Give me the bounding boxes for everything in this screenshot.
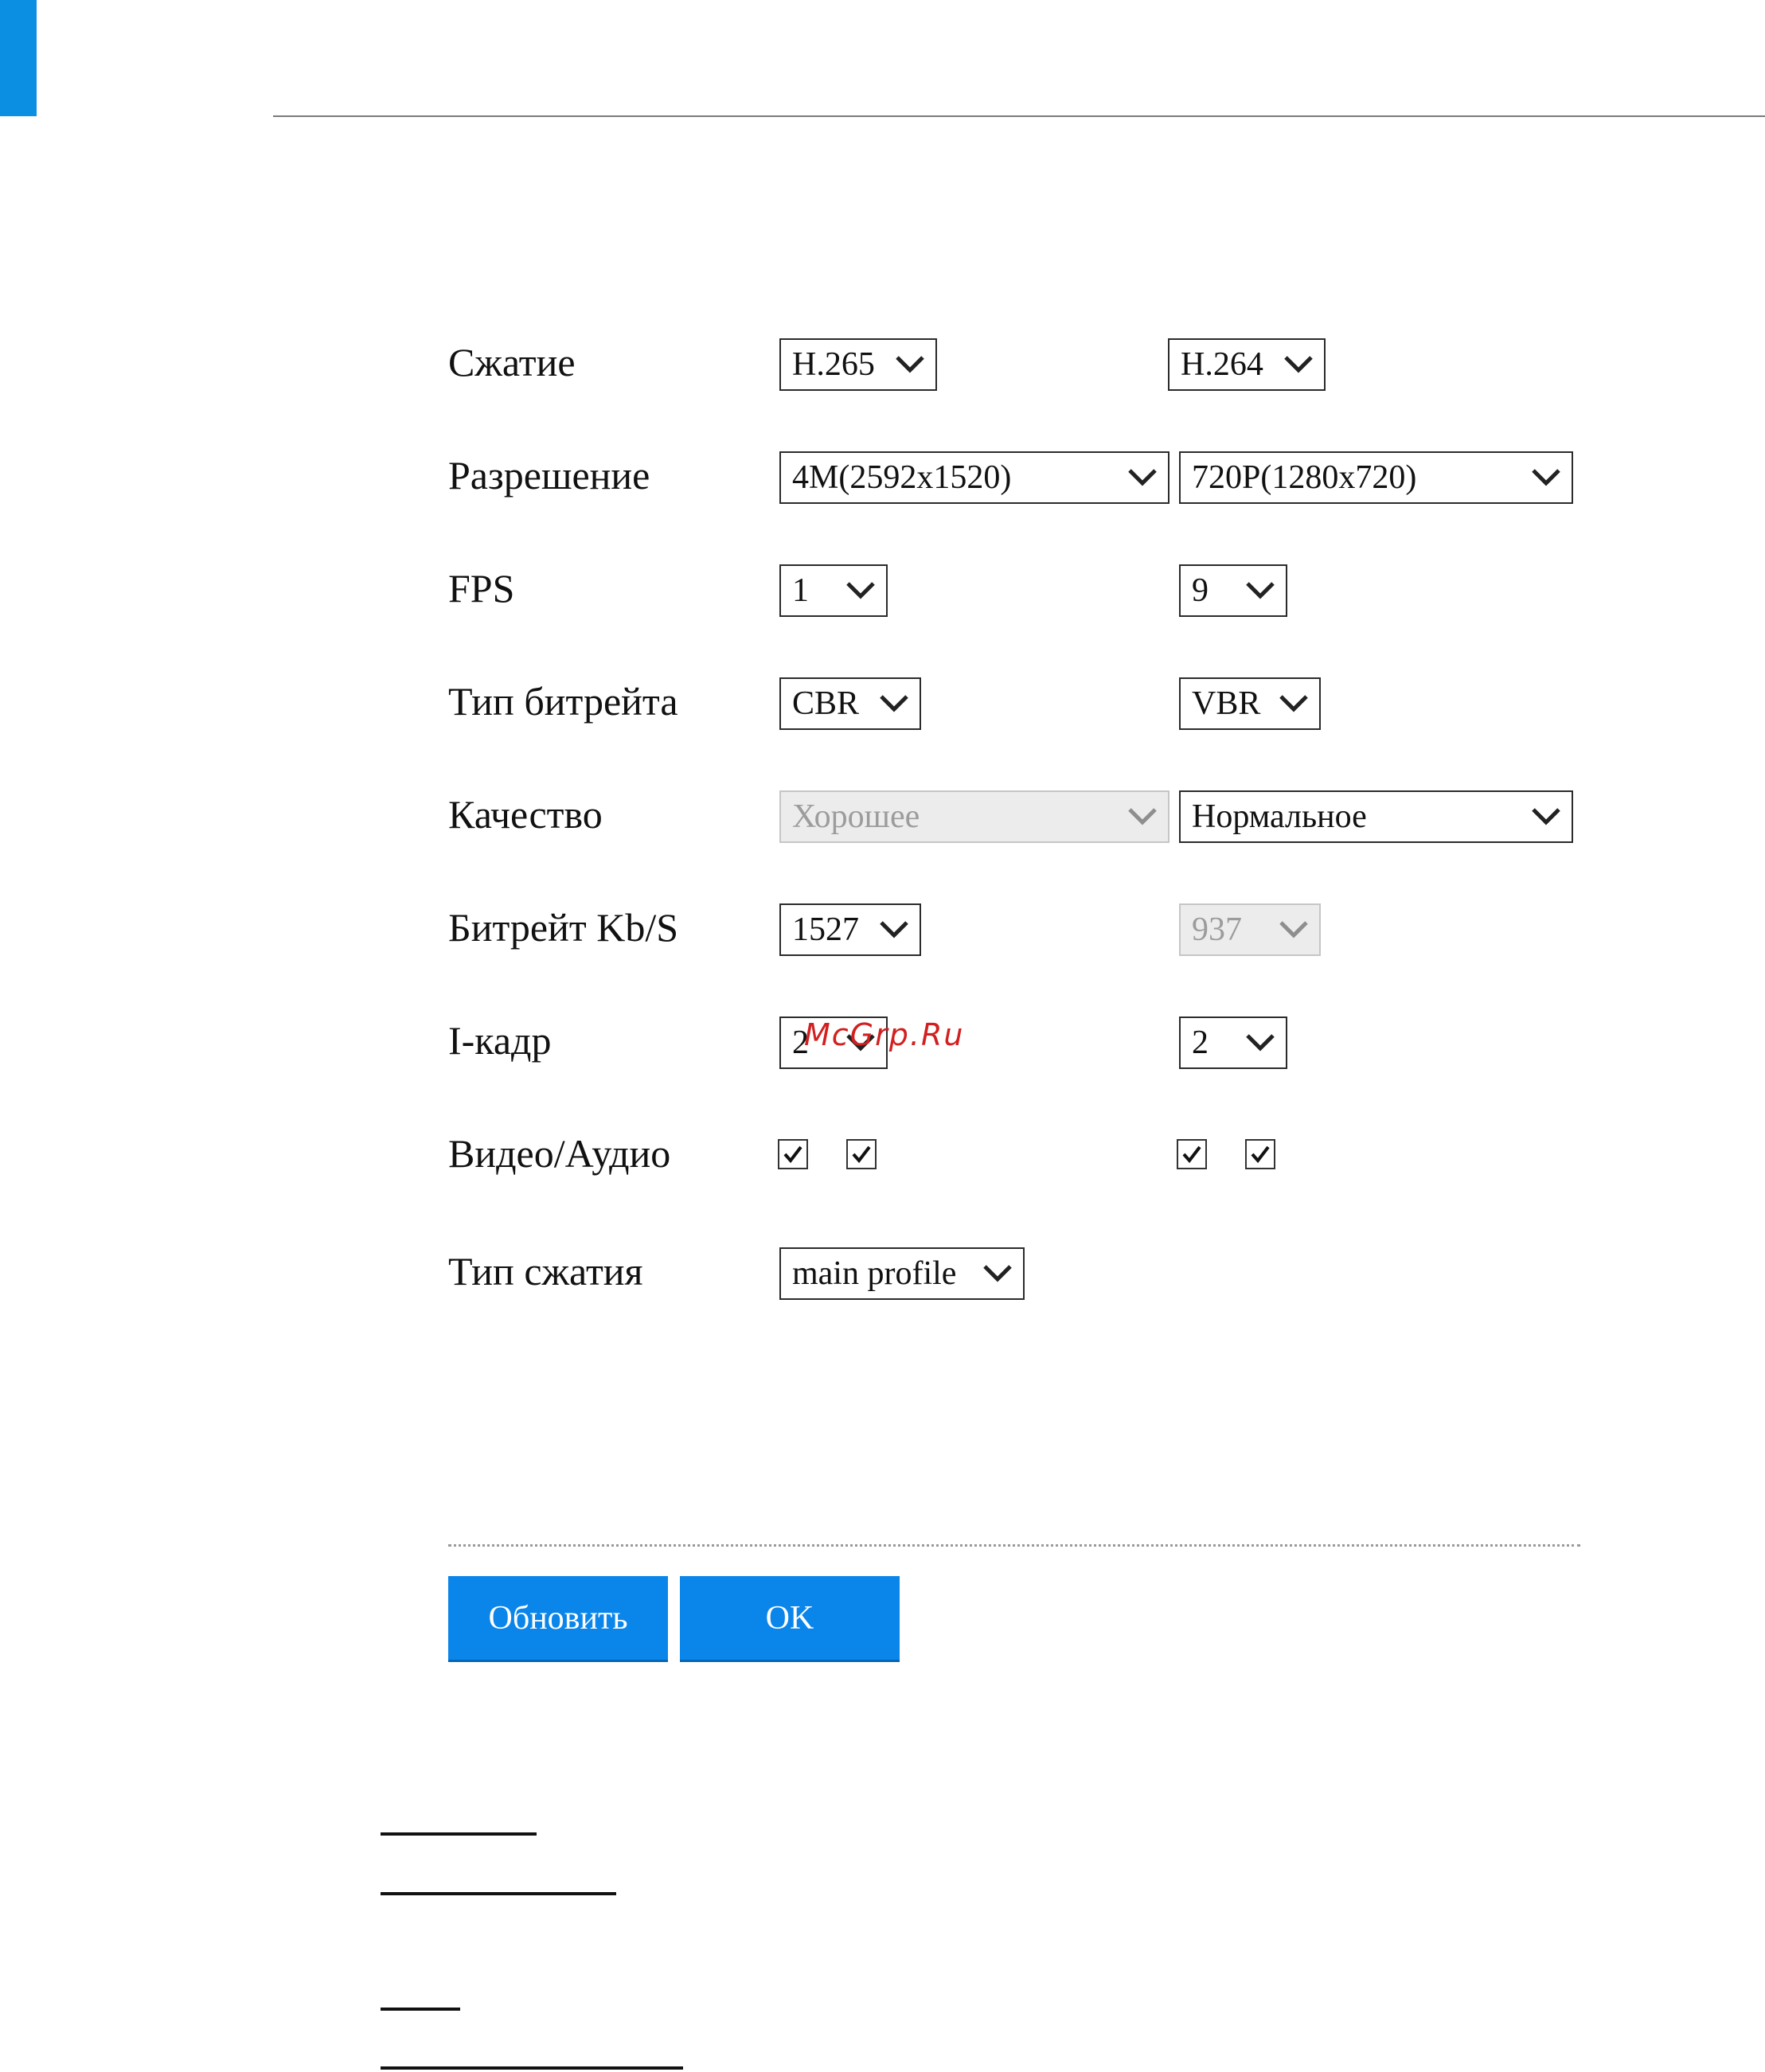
profile-label: Тип сжатия <box>448 1249 643 1294</box>
chevron-down-icon <box>1244 1018 1276 1067</box>
ch2-audio-checkbox[interactable] <box>1245 1139 1275 1169</box>
row-fps: FPS 1 9 <box>448 556 1595 620</box>
compression-ch1-select[interactable]: H.265 <box>779 338 937 391</box>
chevron-down-icon <box>1127 453 1158 502</box>
row-profile: Тип сжатия main profile <box>448 1239 1595 1303</box>
watermark-text: McGrp.Ru <box>804 1017 965 1052</box>
bitrate-ch2-select: 937 <box>1179 903 1321 956</box>
chevron-down-icon <box>1283 340 1314 389</box>
iframe-ch2-select[interactable]: 2 <box>1179 1016 1287 1069</box>
bitrate-type-ch2-select[interactable]: VBR <box>1179 677 1321 730</box>
underline-rule-3 <box>381 2008 460 2011</box>
fps-ch2-select[interactable]: 9 <box>1179 564 1287 617</box>
underline-rule-4 <box>381 2066 683 2070</box>
quality-label: Качество <box>448 792 603 837</box>
checkmark-icon <box>1251 1145 1270 1164</box>
chevron-down-icon <box>982 1249 1013 1298</box>
checkmark-icon <box>783 1145 802 1164</box>
row-iframe: I-кадр 2 2 <box>448 1009 1595 1072</box>
bitrate-label: Битрейт Kb/S <box>448 905 679 950</box>
compression-label: Сжатие <box>448 340 576 384</box>
chevron-down-icon <box>845 566 877 615</box>
refresh-button[interactable]: Обновить <box>448 1576 668 1660</box>
iframe-label: I-кадр <box>448 1018 552 1063</box>
profile-ch1-select[interactable]: main profile <box>779 1247 1025 1300</box>
checkmark-icon <box>1182 1145 1201 1164</box>
video-audio-label: Видео/Аудио <box>448 1131 671 1176</box>
row-video-audio: Видео/Аудио <box>448 1122 1595 1185</box>
chevron-down-icon <box>1278 679 1310 728</box>
bitrate-ch1-select[interactable]: 1527 <box>779 903 921 956</box>
chevron-down-icon <box>878 679 910 728</box>
row-bitrate: Битрейт Kb/S 1527 937 <box>448 896 1595 959</box>
resolution-label: Разрешение <box>448 453 650 498</box>
bitrate-type-ch1-select[interactable]: CBR <box>779 677 921 730</box>
header-divider <box>273 115 1765 117</box>
quality-ch2-select[interactable]: Нормальное <box>1179 790 1573 843</box>
chevron-down-icon <box>1530 792 1562 841</box>
quality-ch1-select: Хорошее <box>779 790 1170 843</box>
form-footer-divider <box>448 1544 1580 1547</box>
chevron-down-icon <box>1278 905 1310 954</box>
underline-rule-2 <box>381 1892 616 1895</box>
ok-button[interactable]: OK <box>680 1576 900 1660</box>
ch1-audio-checkbox[interactable] <box>846 1139 877 1169</box>
bitrate-type-label: Тип битрейта <box>448 679 678 724</box>
row-resolution: Разрешение 4M(2592x1520) 720P(1280x720) <box>448 443 1595 507</box>
chevron-down-icon <box>894 340 926 389</box>
corner-accent-bar <box>0 0 37 116</box>
row-quality: Качество Хорошее Нормальное <box>448 782 1595 846</box>
compression-ch2-select[interactable]: H.264 <box>1168 338 1326 391</box>
ch2-video-checkbox[interactable] <box>1177 1139 1207 1169</box>
chevron-down-icon <box>878 905 910 954</box>
chevron-down-icon <box>1244 566 1276 615</box>
resolution-ch2-select[interactable]: 720P(1280x720) <box>1179 451 1573 504</box>
row-compression: Сжатие H.265 H.264 <box>448 330 1595 394</box>
chevron-down-icon <box>1530 453 1562 502</box>
fps-label: FPS <box>448 566 515 611</box>
underline-rule-1 <box>381 1832 537 1836</box>
ch1-video-checkbox[interactable] <box>778 1139 808 1169</box>
chevron-down-icon <box>1127 792 1158 841</box>
fps-ch1-select[interactable]: 1 <box>779 564 888 617</box>
row-bitrate-type: Тип битрейта CBR VBR <box>448 669 1595 733</box>
checkmark-icon <box>852 1145 871 1164</box>
resolution-ch1-select[interactable]: 4M(2592x1520) <box>779 451 1170 504</box>
